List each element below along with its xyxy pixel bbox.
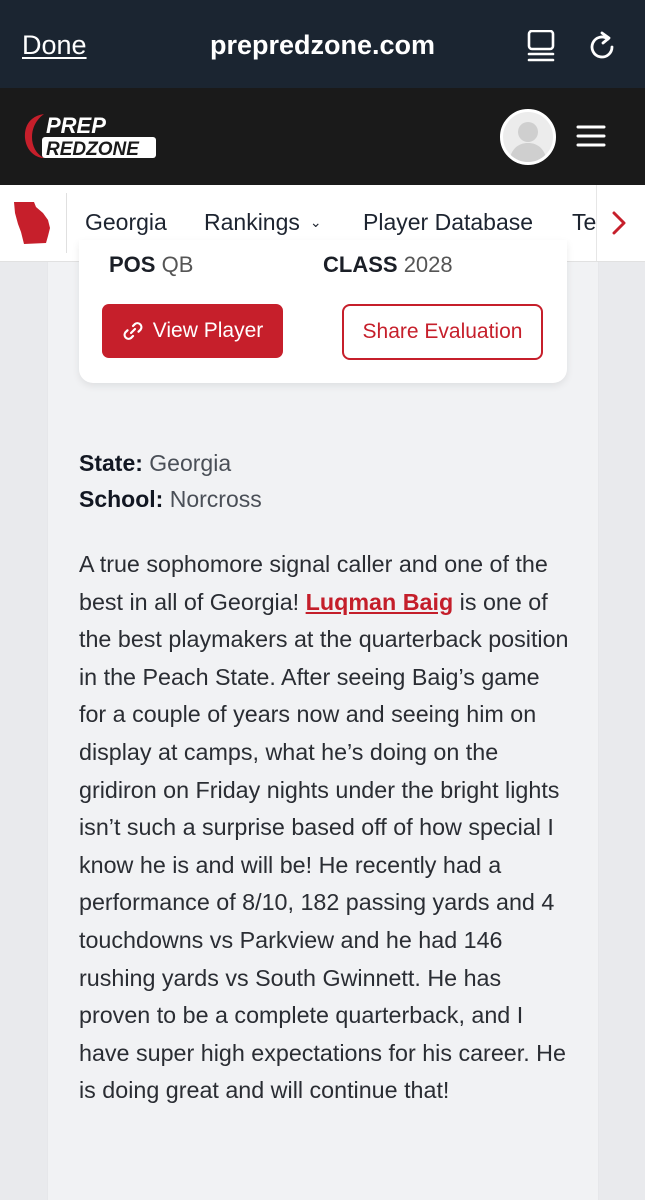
- school-line: School: Norcross: [79, 486, 262, 513]
- chevron-down-icon: ⌄: [309, 214, 322, 230]
- class-field: CLASS 2028: [323, 252, 453, 278]
- user-avatar-icon: [509, 122, 547, 162]
- class-value: 2028: [403, 252, 453, 277]
- player-link[interactable]: Luqman Baig: [306, 589, 454, 615]
- view-player-button[interactable]: View Player: [102, 304, 283, 358]
- link-icon: [123, 322, 143, 340]
- state-line: State: Georgia: [79, 450, 231, 477]
- browser-toolbar: Done prepredzone.com: [0, 0, 645, 88]
- prep-redzone-logo[interactable]: PREP REDZONE: [22, 110, 158, 162]
- logo-text-redzone: REDZONE: [46, 139, 140, 160]
- nav-item-rankings-label: Rankings: [204, 209, 300, 235]
- class-label: CLASS: [323, 252, 398, 277]
- logo-text-prep: PREP: [46, 113, 106, 138]
- article-body: is one of the best playmakers at the qua…: [79, 588, 569, 1104]
- nav-item-player-database[interactable]: Player Database: [363, 209, 533, 236]
- player-card: POS QB CLASS 2028 View Player Share Eval…: [79, 240, 567, 383]
- chevron-right-icon[interactable]: [612, 211, 626, 235]
- reload-icon[interactable]: [586, 30, 618, 62]
- pos-field: POS QB: [109, 252, 193, 278]
- state-label: State:: [79, 450, 143, 476]
- pos-label: POS: [109, 252, 156, 277]
- site-header: PREP REDZONE: [0, 88, 645, 185]
- view-player-label: View Player: [152, 319, 264, 342]
- school-label: School:: [79, 486, 164, 512]
- pos-value: QB: [161, 252, 194, 277]
- nav-item-georgia[interactable]: Georgia: [85, 209, 167, 236]
- georgia-state-icon[interactable]: [12, 201, 52, 245]
- state-value: Georgia: [149, 450, 232, 476]
- share-evaluation-button[interactable]: Share Evaluation: [342, 304, 543, 360]
- nav-divider: [66, 193, 67, 253]
- avatar[interactable]: [500, 109, 556, 165]
- nav-item-te[interactable]: Te: [572, 209, 596, 236]
- page-gutter-left: [0, 262, 47, 1200]
- nav-item-rankings[interactable]: Rankings ⌄: [204, 209, 322, 236]
- school-value: Norcross: [169, 486, 262, 512]
- menu-icon[interactable]: [576, 124, 606, 148]
- page-gutter-right: [599, 262, 645, 1200]
- evaluation-text: A true sophomore signal caller and one o…: [79, 546, 571, 1110]
- reader-icon[interactable]: [526, 30, 556, 62]
